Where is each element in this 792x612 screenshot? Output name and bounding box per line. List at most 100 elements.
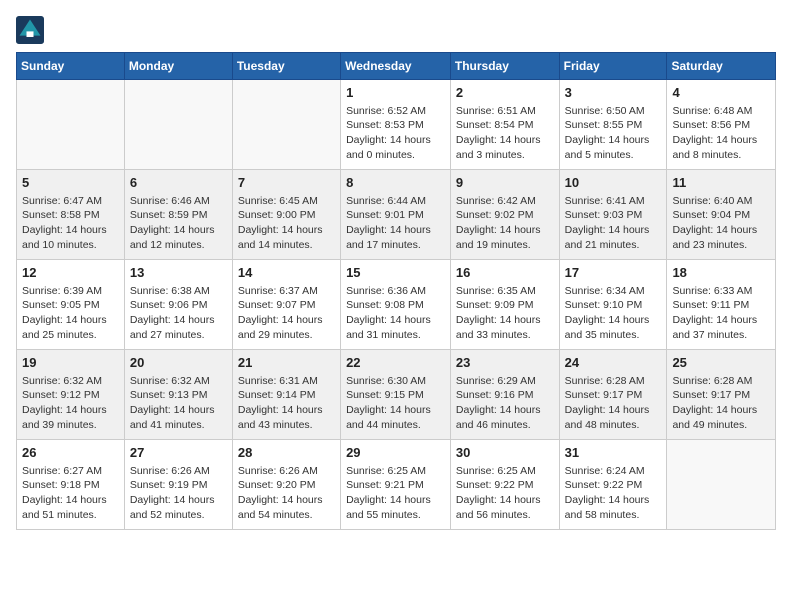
day-cell: 27 Sunrise: 6:26 AM Sunset: 9:19 PM Dayli… bbox=[124, 440, 232, 530]
day-cell bbox=[17, 80, 125, 170]
weekday-header-saturday: Saturday bbox=[667, 53, 776, 80]
day-number: 13 bbox=[130, 264, 227, 282]
day-cell: 26 Sunrise: 6:27 AM Sunset: 9:18 PM Dayli… bbox=[17, 440, 125, 530]
day-info: Sunrise: 6:52 AM Sunset: 8:53 PM Dayligh… bbox=[346, 105, 431, 162]
day-info: Sunrise: 6:46 AM Sunset: 8:59 PM Dayligh… bbox=[130, 195, 215, 252]
day-info: Sunrise: 6:48 AM Sunset: 8:56 PM Dayligh… bbox=[672, 105, 757, 162]
day-cell: 17 Sunrise: 6:34 AM Sunset: 9:10 PM Dayli… bbox=[559, 260, 667, 350]
weekday-header-sunday: Sunday bbox=[17, 53, 125, 80]
day-info: Sunrise: 6:38 AM Sunset: 9:06 PM Dayligh… bbox=[130, 285, 215, 342]
day-info: Sunrise: 6:44 AM Sunset: 9:01 PM Dayligh… bbox=[346, 195, 431, 252]
day-number: 1 bbox=[346, 84, 445, 102]
day-cell: 13 Sunrise: 6:38 AM Sunset: 9:06 PM Dayli… bbox=[124, 260, 232, 350]
day-cell: 23 Sunrise: 6:29 AM Sunset: 9:16 PM Dayli… bbox=[450, 350, 559, 440]
day-info: Sunrise: 6:47 AM Sunset: 8:58 PM Dayligh… bbox=[22, 195, 107, 252]
day-cell bbox=[232, 80, 340, 170]
day-number: 28 bbox=[238, 444, 335, 462]
day-cell: 2Sunrise: 6:51 AM Sunset: 8:54 PM Daylig… bbox=[450, 80, 559, 170]
week-row-5: 26 Sunrise: 6:27 AM Sunset: 9:18 PM Dayli… bbox=[17, 440, 776, 530]
day-info: Sunrise: 6:51 AM Sunset: 8:54 PM Dayligh… bbox=[456, 105, 541, 162]
day-cell: 10Sunrise: 6:41 AM Sunset: 9:03 PM Dayli… bbox=[559, 170, 667, 260]
day-info: Sunrise: 6:37 AM Sunset: 9:07 PM Dayligh… bbox=[238, 285, 323, 342]
day-cell: 20Sunrise: 6:32 AM Sunset: 9:13 PM Dayli… bbox=[124, 350, 232, 440]
day-number: 8 bbox=[346, 174, 445, 192]
day-info: Sunrise: 6:42 AM Sunset: 9:02 PM Dayligh… bbox=[456, 195, 541, 252]
day-cell: 18 Sunrise: 6:33 AM Sunset: 9:11 PM Dayli… bbox=[667, 260, 776, 350]
day-info: Sunrise: 6:39 AM Sunset: 9:05 PM Dayligh… bbox=[22, 285, 107, 342]
day-number: 16 bbox=[456, 264, 554, 282]
day-cell: 14 Sunrise: 6:37 AM Sunset: 9:07 PM Dayli… bbox=[232, 260, 340, 350]
day-cell bbox=[667, 440, 776, 530]
day-cell: 3 Sunrise: 6:50 AM Sunset: 8:55 PM Daylig… bbox=[559, 80, 667, 170]
day-cell: 5 Sunrise: 6:47 AM Sunset: 8:58 PM Daylig… bbox=[17, 170, 125, 260]
day-cell: 1 Sunrise: 6:52 AM Sunset: 8:53 PM Daylig… bbox=[341, 80, 451, 170]
day-info: Sunrise: 6:33 AM Sunset: 9:11 PM Dayligh… bbox=[672, 285, 757, 342]
day-number: 31 bbox=[565, 444, 662, 462]
day-cell: 15 Sunrise: 6:36 AM Sunset: 9:08 PM Dayli… bbox=[341, 260, 451, 350]
day-number: 4 bbox=[672, 84, 770, 102]
day-number: 30 bbox=[456, 444, 554, 462]
day-info: Sunrise: 6:25 AM Sunset: 9:22 PM Dayligh… bbox=[456, 465, 541, 522]
day-info: Sunrise: 6:28 AM Sunset: 9:17 PM Dayligh… bbox=[672, 375, 757, 432]
calendar-table: SundayMondayTuesdayWednesdayThursdayFrid… bbox=[16, 52, 776, 530]
day-number: 23 bbox=[456, 354, 554, 372]
day-number: 20 bbox=[130, 354, 227, 372]
day-cell: 16 Sunrise: 6:35 AM Sunset: 9:09 PM Dayli… bbox=[450, 260, 559, 350]
day-number: 5 bbox=[22, 174, 119, 192]
weekday-header-thursday: Thursday bbox=[450, 53, 559, 80]
day-cell: 6 Sunrise: 6:46 AM Sunset: 8:59 PM Daylig… bbox=[124, 170, 232, 260]
day-number: 6 bbox=[130, 174, 227, 192]
weekday-header-friday: Friday bbox=[559, 53, 667, 80]
day-number: 9 bbox=[456, 174, 554, 192]
day-info: Sunrise: 6:29 AM Sunset: 9:16 PM Dayligh… bbox=[456, 375, 541, 432]
day-number: 15 bbox=[346, 264, 445, 282]
day-info: Sunrise: 6:25 AM Sunset: 9:21 PM Dayligh… bbox=[346, 465, 431, 522]
day-info: Sunrise: 6:32 AM Sunset: 9:12 PM Dayligh… bbox=[22, 375, 107, 432]
day-number: 3 bbox=[565, 84, 662, 102]
day-number: 17 bbox=[565, 264, 662, 282]
day-number: 21 bbox=[238, 354, 335, 372]
day-cell: 25Sunrise: 6:28 AM Sunset: 9:17 PM Dayli… bbox=[667, 350, 776, 440]
day-info: Sunrise: 6:26 AM Sunset: 9:20 PM Dayligh… bbox=[238, 465, 323, 522]
day-number: 12 bbox=[22, 264, 119, 282]
day-cell: 29 Sunrise: 6:25 AM Sunset: 9:21 PM Dayli… bbox=[341, 440, 451, 530]
day-cell: 12 Sunrise: 6:39 AM Sunset: 9:05 PM Dayli… bbox=[17, 260, 125, 350]
week-row-2: 5 Sunrise: 6:47 AM Sunset: 8:58 PM Daylig… bbox=[17, 170, 776, 260]
day-info: Sunrise: 6:24 AM Sunset: 9:22 PM Dayligh… bbox=[565, 465, 650, 522]
day-number: 26 bbox=[22, 444, 119, 462]
day-cell: 9 Sunrise: 6:42 AM Sunset: 9:02 PM Daylig… bbox=[450, 170, 559, 260]
weekday-header-monday: Monday bbox=[124, 53, 232, 80]
week-row-3: 12 Sunrise: 6:39 AM Sunset: 9:05 PM Dayli… bbox=[17, 260, 776, 350]
day-cell: 28 Sunrise: 6:26 AM Sunset: 9:20 PM Dayli… bbox=[232, 440, 340, 530]
day-number: 27 bbox=[130, 444, 227, 462]
weekday-header-tuesday: Tuesday bbox=[232, 53, 340, 80]
day-number: 24 bbox=[565, 354, 662, 372]
day-cell: 31 Sunrise: 6:24 AM Sunset: 9:22 PM Dayli… bbox=[559, 440, 667, 530]
day-cell bbox=[124, 80, 232, 170]
day-info: Sunrise: 6:27 AM Sunset: 9:18 PM Dayligh… bbox=[22, 465, 107, 522]
day-cell: 24 Sunrise: 6:28 AM Sunset: 9:17 PM Dayli… bbox=[559, 350, 667, 440]
logo-icon bbox=[16, 16, 44, 44]
day-number: 18 bbox=[672, 264, 770, 282]
day-cell: 19 Sunrise: 6:32 AM Sunset: 9:12 PM Dayli… bbox=[17, 350, 125, 440]
day-number: 29 bbox=[346, 444, 445, 462]
page-header bbox=[16, 16, 776, 44]
day-info: Sunrise: 6:36 AM Sunset: 9:08 PM Dayligh… bbox=[346, 285, 431, 342]
day-number: 14 bbox=[238, 264, 335, 282]
day-info: Sunrise: 6:26 AM Sunset: 9:19 PM Dayligh… bbox=[130, 465, 215, 522]
day-info: Sunrise: 6:34 AM Sunset: 9:10 PM Dayligh… bbox=[565, 285, 650, 342]
day-info: Sunrise: 6:35 AM Sunset: 9:09 PM Dayligh… bbox=[456, 285, 541, 342]
day-info: Sunrise: 6:40 AM Sunset: 9:04 PM Dayligh… bbox=[672, 195, 757, 252]
day-cell: 22 Sunrise: 6:30 AM Sunset: 9:15 PM Dayli… bbox=[341, 350, 451, 440]
day-info: Sunrise: 6:45 AM Sunset: 9:00 PM Dayligh… bbox=[238, 195, 323, 252]
day-cell: 11 Sunrise: 6:40 AM Sunset: 9:04 PM Dayli… bbox=[667, 170, 776, 260]
day-info: Sunrise: 6:28 AM Sunset: 9:17 PM Dayligh… bbox=[565, 375, 650, 432]
weekday-header-row: SundayMondayTuesdayWednesdayThursdayFrid… bbox=[17, 53, 776, 80]
day-number: 11 bbox=[672, 174, 770, 192]
weekday-header-wednesday: Wednesday bbox=[341, 53, 451, 80]
day-number: 22 bbox=[346, 354, 445, 372]
day-info: Sunrise: 6:50 AM Sunset: 8:55 PM Dayligh… bbox=[565, 105, 650, 162]
day-info: Sunrise: 6:30 AM Sunset: 9:15 PM Dayligh… bbox=[346, 375, 431, 432]
day-number: 19 bbox=[22, 354, 119, 372]
day-cell: 30 Sunrise: 6:25 AM Sunset: 9:22 PM Dayli… bbox=[450, 440, 559, 530]
